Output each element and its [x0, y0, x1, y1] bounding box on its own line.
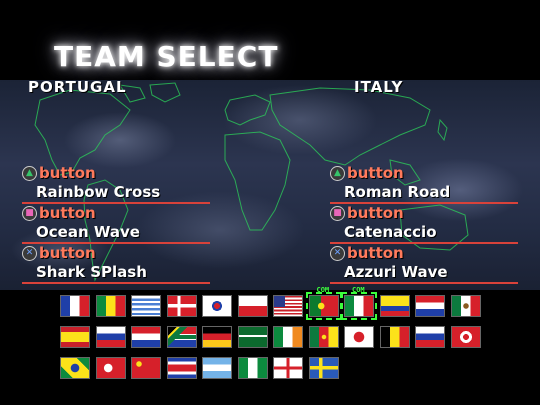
flag-spain[interactable] — [60, 326, 90, 348]
button-label: button — [347, 244, 404, 262]
flag-turkey[interactable] — [95, 357, 126, 379]
flag-russia[interactable] — [415, 326, 445, 348]
flag-england[interactable] — [273, 357, 303, 379]
move-name: Shark SPlash — [36, 263, 147, 281]
flag-uruguay[interactable] — [131, 295, 161, 317]
button-label: button — [39, 204, 96, 222]
move-name: Azzuri Wave — [344, 263, 448, 281]
move-name: Catenaccio — [344, 223, 437, 241]
triangle-button-icon: ▲ — [22, 165, 37, 181]
cross-button-icon: ✕ — [330, 245, 345, 261]
flag-ecuador[interactable] — [379, 295, 410, 317]
left-move-triangle[interactable]: ▲ button Rainbow Cross — [22, 164, 212, 204]
flag-denmark[interactable] — [166, 295, 197, 317]
square-button-icon: ■ — [22, 205, 37, 221]
right-move-square[interactable]: ■ button Catenaccio — [330, 204, 520, 244]
divider — [330, 282, 518, 284]
button-label: button — [39, 244, 96, 262]
flag-tunisia[interactable] — [450, 326, 481, 348]
flag-paraguay[interactable] — [131, 326, 161, 348]
left-team-name: PORTUGAL — [28, 78, 127, 96]
move-name: Ocean Wave — [36, 223, 140, 241]
move-name: Roman Road — [344, 183, 451, 201]
flag-china[interactable] — [131, 357, 161, 379]
flag-belgium[interactable] — [379, 326, 410, 348]
flag-nigeria[interactable] — [237, 357, 268, 379]
square-button-icon: ■ — [330, 205, 345, 221]
button-label: button — [347, 164, 404, 182]
button-label: button — [347, 204, 404, 222]
flag-japan[interactable] — [344, 326, 374, 348]
left-move-cross[interactable]: ✕ button Shark SPlash — [22, 244, 212, 284]
flag-italy[interactable]: COM — [341, 286, 377, 320]
move-name: Rainbow Cross — [36, 183, 161, 201]
flag-ireland[interactable] — [273, 326, 303, 348]
divider — [22, 282, 210, 284]
triangle-button-icon: ▲ — [330, 165, 345, 181]
flag-portugal[interactable]: COM — [305, 286, 342, 320]
flag-france[interactable] — [60, 295, 90, 317]
com-label: COM — [352, 286, 365, 294]
flag-mexico[interactable] — [450, 295, 481, 317]
flag-croatia[interactable] — [415, 295, 445, 317]
right-team-name: ITALY — [354, 78, 404, 96]
button-label: button — [39, 164, 96, 182]
screen-title: TEAM SELECT — [54, 40, 279, 73]
right-move-cross[interactable]: ✕ button Azzuri Wave — [330, 244, 520, 284]
flag-south-korea[interactable] — [202, 295, 232, 317]
cross-button-icon: ✕ — [22, 245, 37, 261]
flag-poland[interactable] — [237, 295, 268, 317]
flag-sweden[interactable] — [308, 357, 339, 379]
flag-usa[interactable] — [273, 295, 303, 317]
flag-saudi-arabia[interactable] — [237, 326, 268, 348]
flag-argentina[interactable] — [202, 357, 232, 379]
flag-costa-rica[interactable] — [166, 357, 197, 379]
flag-brazil[interactable] — [60, 357, 90, 379]
flag-cameroon[interactable] — [308, 326, 339, 348]
right-move-triangle[interactable]: ▲ button Roman Road — [330, 164, 520, 204]
flag-germany[interactable] — [202, 326, 232, 348]
left-move-square[interactable]: ■ button Ocean Wave — [22, 204, 212, 244]
com-label: COM — [316, 286, 330, 294]
flag-slovenia[interactable] — [95, 326, 126, 348]
flag-south-africa[interactable] — [166, 326, 197, 348]
flag-senegal[interactable] — [95, 295, 126, 317]
